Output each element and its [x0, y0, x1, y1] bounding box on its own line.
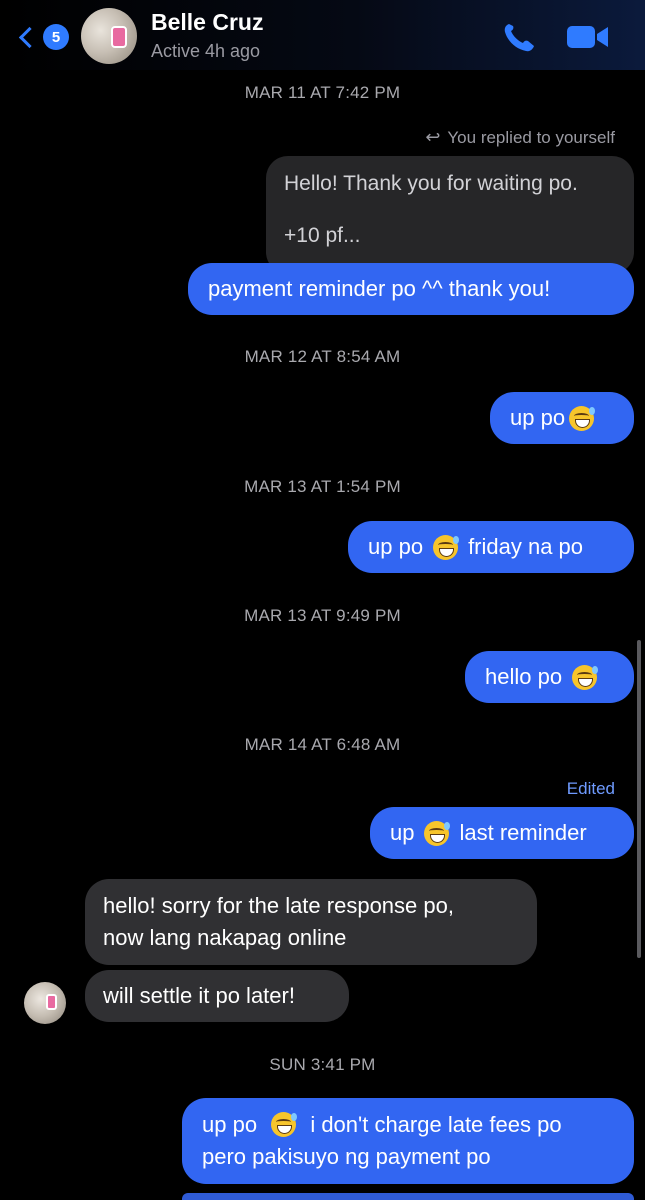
- message-text: up po: [510, 405, 566, 430]
- outgoing-message[interactable]: payment reminder po ^^ thank you!: [188, 263, 634, 315]
- outgoing-message[interactable]: up po: [490, 392, 634, 444]
- timestamp: MAR 14 AT 6:48 AM: [244, 735, 401, 754]
- grinning-sweat-emoji-icon: [424, 820, 451, 846]
- contact-name[interactable]: Belle Cruz: [151, 9, 263, 36]
- outgoing-message[interactable]: up po i don't charge late fees po pero p…: [182, 1098, 634, 1184]
- edited-label: Edited: [566, 779, 615, 798]
- message-text: i don't charge late fees po: [310, 1112, 562, 1137]
- message-text: will settle it po later!: [103, 983, 295, 1008]
- grinning-sweat-emoji-icon: [572, 664, 599, 690]
- reply-arrow-icon: ↩: [425, 127, 441, 147]
- message-text: last reminder: [459, 820, 587, 845]
- chevron-left-icon: [18, 26, 41, 48]
- timestamp: SUN 3:41 PM: [269, 1055, 376, 1074]
- timestamp: MAR 12 AT 8:54 AM: [244, 347, 401, 366]
- unread-count-badge: 5: [43, 24, 69, 50]
- message-text: up po: [368, 534, 424, 559]
- conversation-header: 5 Belle Cruz Active 4h ago: [0, 0, 645, 70]
- message-text: pero pakisuyo ng payment po: [202, 1144, 491, 1169]
- timestamp: MAR 13 AT 1:54 PM: [244, 477, 401, 496]
- timestamp: MAR 13 AT 9:49 PM: [244, 606, 401, 625]
- quoted-line: +10 pf...: [284, 224, 361, 247]
- timestamp: MAR 11 AT 7:42 PM: [244, 83, 401, 102]
- grinning-sweat-emoji-icon: [569, 405, 596, 431]
- message-text: up: [390, 820, 415, 845]
- outgoing-message[interactable]: up last reminder: [370, 807, 634, 859]
- message-text: friday na po: [468, 534, 584, 559]
- grinning-sweat-emoji-icon: [271, 1112, 298, 1137]
- active-status: Active 4h ago: [151, 41, 261, 61]
- scrollbar[interactable]: [637, 640, 641, 958]
- message-text: hello po: [485, 664, 563, 689]
- message-text: up po: [202, 1112, 258, 1137]
- message-text: now lang nakapag online: [103, 925, 347, 950]
- quoted-line: Hello! Thank you for waiting po.: [284, 172, 578, 195]
- sender-avatar[interactable]: [24, 982, 66, 1024]
- message-text: hello! sorry for the late response po,: [103, 893, 454, 918]
- video-camera-icon[interactable]: [565, 22, 611, 52]
- next-message-peek[interactable]: [182, 1193, 634, 1200]
- incoming-message[interactable]: will settle it po later!: [85, 970, 349, 1022]
- reply-indicator: ↩ You replied to yourself: [425, 127, 615, 148]
- contact-avatar[interactable]: [81, 8, 137, 64]
- quoted-message[interactable]: Hello! Thank you for waiting po. +10 pf.…: [266, 156, 634, 274]
- incoming-message[interactable]: hello! sorry for the late response po, n…: [85, 879, 537, 965]
- outgoing-message[interactable]: hello po: [465, 651, 634, 703]
- grinning-sweat-emoji-icon: [433, 534, 460, 560]
- reply-label-text: You replied to yourself: [447, 127, 615, 147]
- back-button[interactable]: 5: [16, 22, 72, 52]
- phone-icon[interactable]: [500, 20, 540, 54]
- outgoing-message[interactable]: up po friday na po: [348, 521, 634, 573]
- message-text: payment reminder po ^^ thank you!: [208, 276, 551, 301]
